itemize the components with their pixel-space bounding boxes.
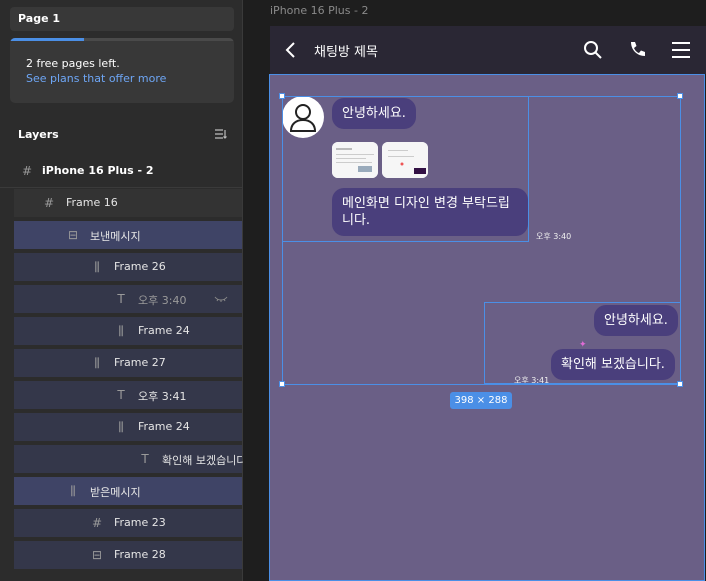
layer-confirm-text[interactable]: T 확인해 보겠습니다	[14, 445, 246, 473]
auto-layout-horizontal-icon: ⫼	[70, 484, 76, 498]
plan-progress-bar	[10, 38, 84, 41]
layer-frame-24b[interactable]: ⫼ Frame 24	[14, 413, 242, 441]
chat-room-title: 채팅방 제목	[314, 45, 378, 60]
layer-label: 받은메시지	[90, 486, 141, 499]
resize-handle-top-right[interactable]	[677, 93, 683, 99]
frame-icon: #	[91, 516, 103, 530]
phone-icon[interactable]	[627, 40, 647, 60]
layer-label: Frame 16	[66, 196, 118, 209]
page-item-page-1[interactable]: Page 1	[10, 7, 234, 31]
layer-label: Frame 23	[114, 516, 166, 529]
layer-frame-27[interactable]: ⫼ Frame 27	[14, 349, 242, 377]
text-icon: T	[141, 452, 149, 466]
layer-frame-16[interactable]: # Frame 16	[14, 189, 242, 217]
layer-label: Frame 26	[114, 260, 166, 273]
frame-icon: #	[43, 196, 55, 210]
layer-frame-26[interactable]: ⫼ Frame 26	[14, 253, 242, 281]
plan-notice: 2 free pages left. See plans that offer …	[10, 38, 234, 103]
layer-label: 오후 3:40	[138, 294, 187, 307]
layer-label: 확인해 보겠습니다	[162, 454, 247, 467]
layer-label: Frame 24	[138, 420, 190, 433]
text-icon: T	[117, 292, 125, 306]
auto-layout-horizontal-icon: ⫼	[94, 356, 100, 370]
layer-time-341[interactable]: T 오후 3:41	[14, 381, 242, 409]
layer-label: 오후 3:41	[138, 390, 187, 403]
layer-time-340[interactable]: T 오후 3:40	[14, 285, 242, 313]
auto-layout-vertical-icon: ⊟	[91, 548, 103, 562]
layers-sidebar: Page 1 2 free pages left. See plans that…	[0, 0, 246, 581]
layers-list-options-icon[interactable]	[214, 128, 228, 142]
frame-title[interactable]: iPhone 16 Plus - 2	[270, 4, 368, 17]
auto-layout-horizontal-icon: ⫼	[118, 324, 124, 338]
resize-handle-bottom-left[interactable]	[279, 381, 285, 387]
auto-layout-horizontal-icon: ⫼	[118, 420, 124, 434]
search-icon[interactable]	[583, 40, 603, 60]
frame-icon: #	[21, 164, 33, 178]
layer-label: 보낸메시지	[90, 230, 141, 243]
resize-handle-top-left[interactable]	[279, 93, 285, 99]
layer-label: iPhone 16 Plus - 2	[42, 164, 154, 177]
auto-layout-vertical-icon: ⊟	[67, 228, 79, 242]
layer-sent-messages[interactable]: ⊟ 보낸메시지	[14, 221, 242, 249]
layer-label: Frame 24	[138, 324, 190, 337]
layer-frame-28[interactable]: ⊟ Frame 28	[14, 541, 242, 569]
selection-size-label: 398 × 288	[450, 392, 512, 409]
divider	[0, 187, 242, 188]
eye-hidden-icon[interactable]	[214, 294, 228, 304]
text-icon: T	[117, 388, 125, 402]
back-arrow-icon[interactable]	[283, 41, 299, 59]
pages-left-text: 2 free pages left.	[26, 57, 120, 70]
layer-frame-23[interactable]: # Frame 23	[14, 509, 242, 537]
layer-label: Frame 28	[114, 548, 166, 561]
layer-frame-24[interactable]: ⫼ Frame 24	[14, 317, 242, 345]
layer-iphone-16-plus-2[interactable]: # iPhone 16 Plus - 2	[0, 157, 242, 185]
selection-box[interactable]	[282, 96, 681, 385]
layer-received-messages[interactable]: ⫼ 받은메시지	[14, 477, 242, 505]
resize-handle-bottom-right[interactable]	[677, 381, 683, 387]
auto-layout-horizontal-icon: ⫼	[94, 260, 100, 274]
menu-icon[interactable]	[671, 41, 691, 59]
layer-label: Frame 27	[114, 356, 166, 369]
see-plans-link[interactable]: See plans that offer more	[26, 72, 166, 85]
layers-heading: Layers	[18, 128, 59, 141]
center-point-icon: ✦	[579, 340, 587, 350]
